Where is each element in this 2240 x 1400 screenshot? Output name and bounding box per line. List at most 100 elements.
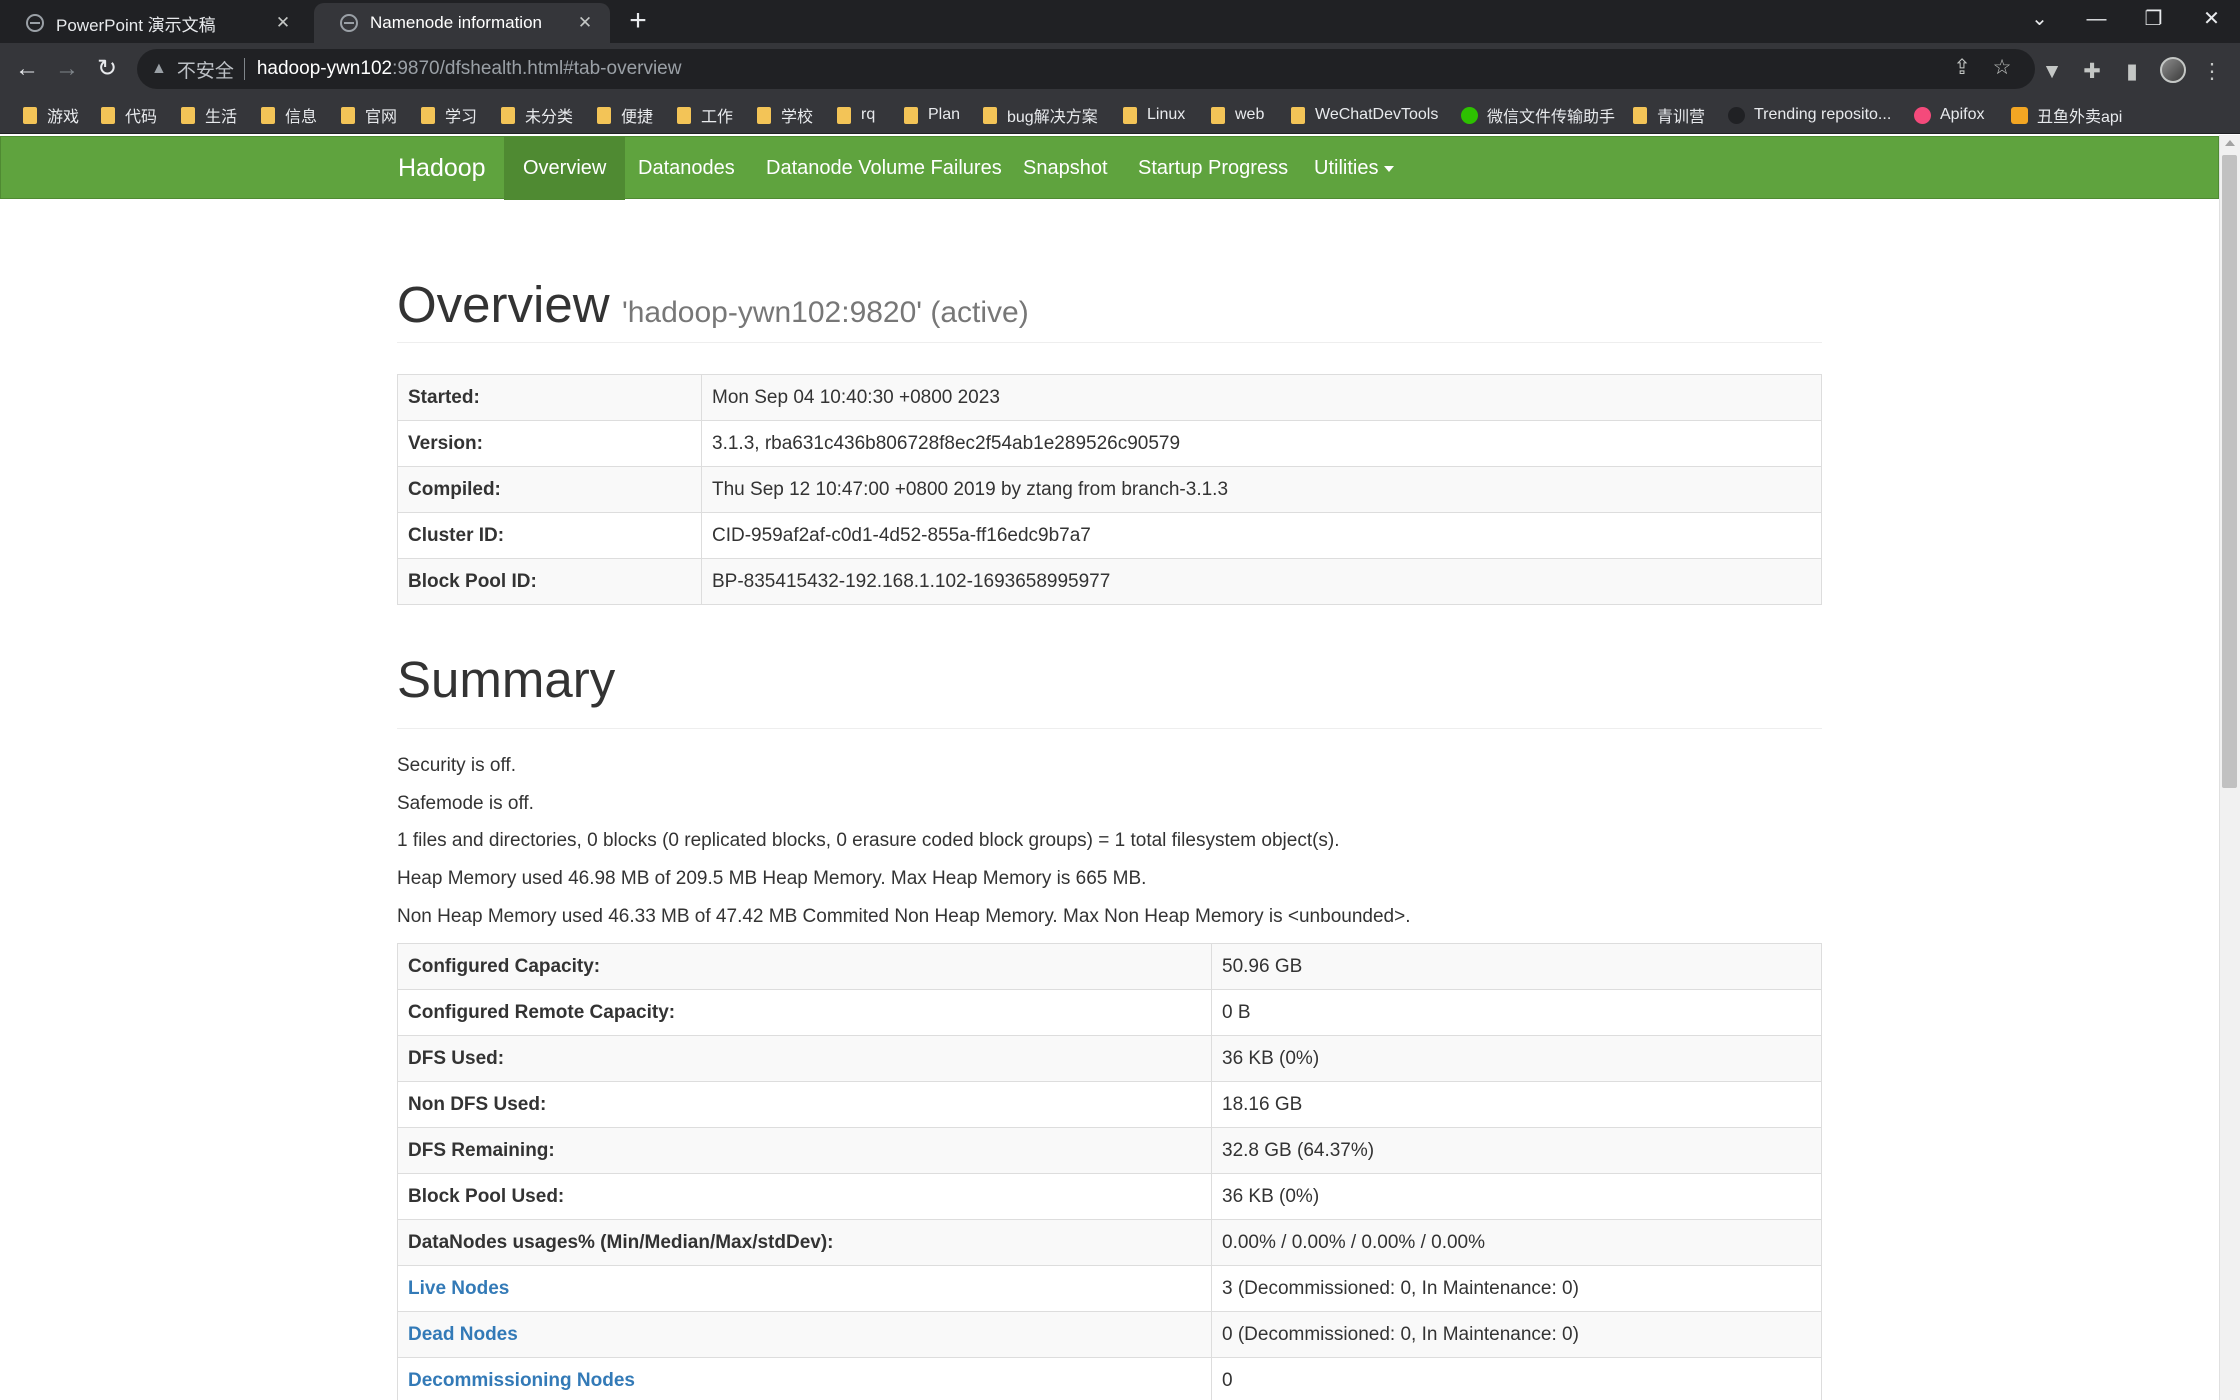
close-icon[interactable]: ✕ [272, 12, 294, 34]
address-bar[interactable]: ▲ 不安全 hadoop-ywn102:9870/dfshealth.html#… [137, 49, 2035, 89]
bookmark-folder[interactable]: 学习 [421, 103, 477, 127]
vpn-extension-icon[interactable]: ▼ [2039, 59, 2065, 85]
decommissioning-nodes-link[interactable]: Decommissioning Nodes [397, 1357, 1212, 1400]
bookmark-wechat[interactable]: 微信文件传输助手 [1461, 103, 1615, 127]
caret-down-icon [1384, 165, 1395, 172]
bookmark-folder[interactable]: 信息 [261, 103, 317, 127]
browser-toolbar: ← → ↻ ▲ 不安全 hadoop-ywn102:9870/dfshealth… [0, 43, 2240, 95]
bookmark-folder[interactable]: 工作 [677, 103, 733, 127]
row-key: Started: [397, 374, 702, 421]
close-icon[interactable]: ✕ [574, 12, 596, 34]
bookmark-github[interactable]: Trending reposito... [1728, 103, 1891, 127]
bookmark-folder[interactable]: bug解决方案 [983, 103, 1098, 127]
row-key: Non DFS Used: [397, 1081, 1212, 1128]
scrollbar-thumb[interactable] [2222, 155, 2237, 788]
row-value: 50.96 GB [1211, 943, 1822, 990]
url-host: hadoop-ywn102 [256, 58, 393, 79]
bookmark-folder[interactable]: 学校 [757, 103, 813, 127]
row-value: 3 (Decommissioned: 0, In Maintenance: 0) [1211, 1265, 1822, 1312]
minimize-button[interactable]: — [2068, 0, 2125, 40]
row-key: DataNodes usages% (Min/Median/Max/stdDev… [397, 1219, 1212, 1266]
folder-icon [261, 106, 275, 124]
nav-snapshot[interactable]: Snapshot [1004, 137, 1127, 200]
bookmark-apifox[interactable]: Apifox [1914, 103, 1984, 127]
hadoop-brand[interactable]: Hadoop [398, 137, 486, 200]
table-row: DataNodes usages% (Min/Median/Max/stdDev… [397, 1219, 1822, 1266]
dead-nodes-link[interactable]: Dead Nodes [397, 1311, 1212, 1358]
non-heap-memory: Non Heap Memory used 46.33 MB of 47.42 M… [397, 906, 1411, 927]
bookmark-folder[interactable]: rq [837, 103, 875, 127]
tab-title: Namenode information [370, 13, 542, 32]
menu-icon[interactable]: ⋮ [2199, 59, 2225, 85]
profile-avatar[interactable] [2160, 57, 2186, 83]
live-nodes-link[interactable]: Live Nodes [397, 1265, 1212, 1312]
nav-overview[interactable]: Overview [504, 137, 626, 200]
reload-button[interactable]: ↻ [91, 53, 123, 85]
bookmarks-bar: 游戏 代码 生活 信息 官网 学习 未分类 便捷 工作 学校 rq Plan b… [0, 95, 2240, 134]
nav-datanode-volume-failures[interactable]: Datanode Volume Failures [747, 137, 1021, 200]
apifox-icon [1914, 106, 1931, 124]
filesystem-objects: 1 files and directories, 0 blocks (0 rep… [397, 830, 1340, 851]
row-value: 3.1.3, rba631c436b806728f8ec2f54ab1e2895… [701, 420, 1822, 467]
folder-icon [677, 106, 691, 124]
folder-icon [757, 106, 771, 124]
browser-tab-powerpoint[interactable]: PowerPoint 演示文稿 ✕ [0, 3, 308, 43]
nav-utilities-dropdown[interactable]: Utilities [1295, 137, 1413, 200]
row-value: CID-959af2af-c0d1-4d52-855a-ff16edc9b7a7 [701, 512, 1822, 559]
window-close-button[interactable]: ✕ [2183, 0, 2240, 40]
browser-tab-strip: PowerPoint 演示文稿 ✕ Namenode information ✕… [0, 0, 2240, 43]
row-value: 36 KB (0%) [1211, 1173, 1822, 1220]
table-row: DFS Used: 36 KB (0%) [397, 1035, 1822, 1082]
overview-title: Overview [397, 276, 610, 333]
folder-icon [1123, 106, 1137, 124]
table-row: Non DFS Used: 18.16 GB [397, 1081, 1822, 1128]
bookmark-folder[interactable]: 青训营 [1633, 103, 1705, 127]
bookmark-folder[interactable]: 便捷 [597, 103, 653, 127]
restore-button[interactable]: ❐ [2125, 0, 2182, 40]
extensions-icon[interactable]: ✚ [2079, 59, 2105, 85]
bookmark-folder[interactable]: 生活 [181, 103, 237, 127]
folder-icon [181, 106, 195, 124]
bookmark-folder[interactable]: WeChatDevTools [1291, 103, 1438, 127]
wechat-icon [1461, 106, 1478, 124]
table-row: DFS Remaining: 32.8 GB (64.37%) [397, 1127, 1822, 1174]
bookmark-folder[interactable]: web [1211, 103, 1264, 127]
table-row: Started: Mon Sep 04 10:40:30 +0800 2023 [397, 374, 1822, 421]
security-label[interactable]: 不安全 [177, 56, 234, 83]
bookmark-folder[interactable]: 代码 [101, 103, 157, 127]
tab-title: PowerPoint 演示文稿 [56, 15, 216, 35]
folder-icon [421, 106, 435, 124]
side-panel-icon[interactable]: ▮ [2119, 59, 2145, 85]
row-value: 0 [1211, 1357, 1822, 1400]
nav-utilities-label: Utilities [1314, 157, 1379, 179]
browser-tab-namenode[interactable]: Namenode information ✕ [314, 3, 610, 43]
nav-datanodes[interactable]: Datanodes [619, 137, 754, 200]
back-button[interactable]: ← [11, 53, 43, 85]
row-key: Block Pool Used: [397, 1173, 1212, 1220]
bookmark-folder[interactable]: Linux [1123, 103, 1185, 127]
url-path: :9870/dfshealth.html#tab-overview [392, 58, 682, 79]
table-row: Compiled: Thu Sep 12 10:47:00 +0800 2019 … [397, 466, 1822, 513]
forward-button[interactable]: → [51, 53, 83, 85]
bookmark-folder[interactable]: 官网 [341, 103, 397, 127]
page-viewport: Hadoop Overview Datanodes Datanode Volum… [0, 135, 2219, 1400]
bookmark-folder[interactable]: 游戏 [23, 103, 79, 127]
bookmark-folder[interactable]: Plan [904, 103, 960, 127]
row-key: Configured Remote Capacity: [397, 989, 1212, 1036]
bookmark-folder[interactable]: 未分类 [501, 103, 573, 127]
table-row: Version: 3.1.3, rba631c436b806728f8ec2f54… [397, 420, 1822, 467]
folder-icon [1211, 106, 1225, 124]
share-icon[interactable]: ⇪ [1947, 53, 1977, 83]
new-tab-button[interactable]: + [622, 6, 654, 38]
tab-search-button[interactable]: ⌄ [2011, 0, 2068, 40]
heap-memory: Heap Memory used 46.98 MB of 209.5 MB He… [397, 868, 1147, 889]
row-value: 36 KB (0%) [1211, 1035, 1822, 1082]
globe-icon [340, 14, 358, 32]
table-row: Cluster ID: CID-959af2af-c0d1-4d52-855a-f… [397, 512, 1822, 559]
bookmark-star-icon[interactable]: ☆ [1987, 53, 2017, 83]
nav-startup-progress[interactable]: Startup Progress [1119, 137, 1307, 200]
summary-header: Summary [397, 650, 1822, 729]
safemode-status: Safemode is off. [397, 793, 534, 814]
scroll-up-arrow-icon[interactable] [2225, 140, 2235, 146]
bookmark-yapi[interactable]: 丑鱼外卖api [2011, 103, 2122, 127]
